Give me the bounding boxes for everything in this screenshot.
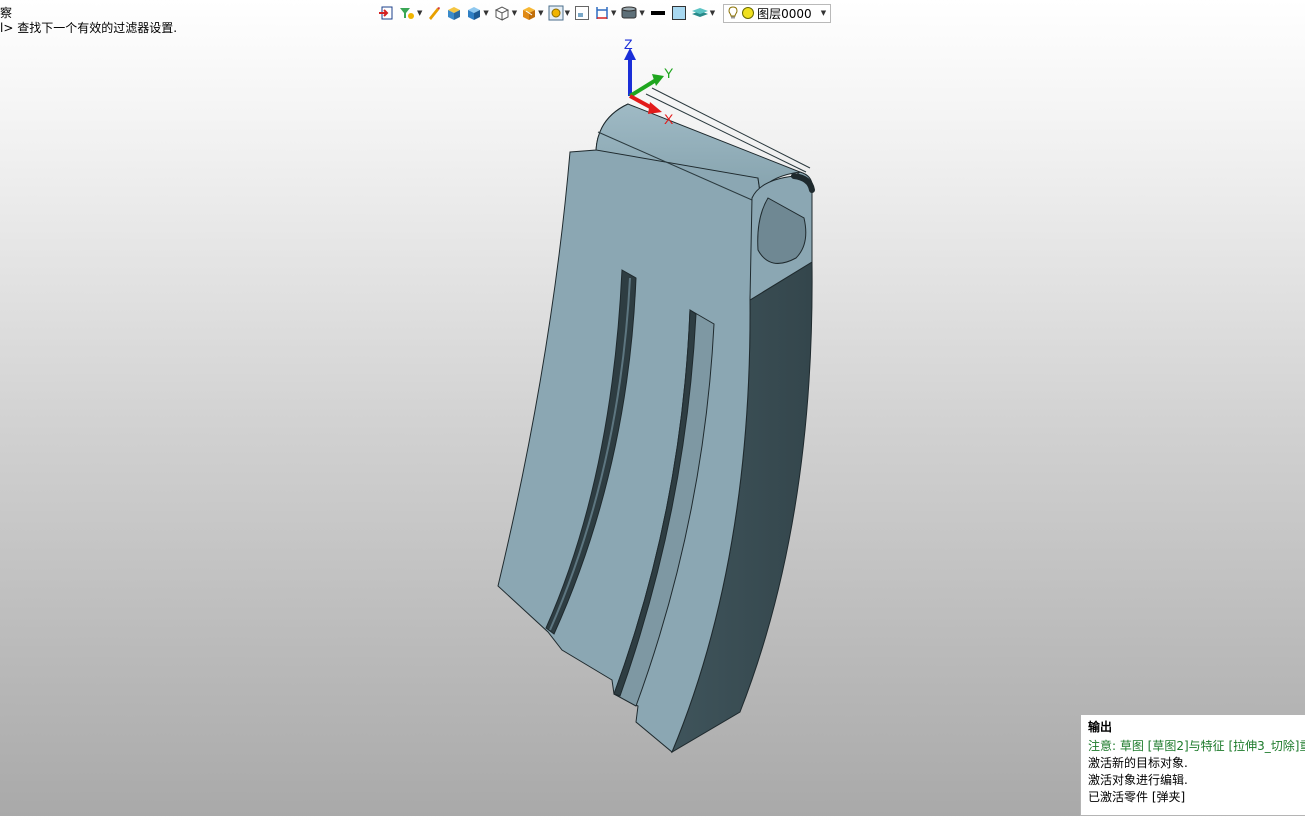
face-color-icon (671, 6, 686, 20)
display-mode-icon (621, 6, 637, 19)
cube-button[interactable]: ▼ (466, 3, 489, 23)
exit-sketch-icon (379, 6, 393, 20)
view-fit-icon (548, 5, 564, 21)
output-line: 注意: 草图 [草图2]与特征 [拉伸3_切除]重新 (1088, 739, 1305, 753)
dimension-icon (596, 7, 608, 19)
wireframe-cube-icon (494, 6, 509, 21)
face-color-button[interactable] (671, 3, 687, 23)
axis-label-y: Y (664, 65, 674, 81)
pencil-icon (429, 7, 441, 20)
shaded-box-icon (448, 7, 461, 20)
dimension-button[interactable]: ▼ (594, 3, 616, 23)
layer-dropdown-label: 图层0000 (757, 6, 812, 21)
frame-button[interactable] (574, 3, 590, 23)
output-panel-title: 输出 (1088, 720, 1113, 734)
output-line: 激活新的目标对象. (1088, 756, 1188, 770)
output-line: 已激活零件 [弹夹] (1088, 790, 1186, 804)
output-line: 激活对象进行编辑. (1088, 773, 1188, 787)
cube-icon (468, 7, 481, 20)
exit-sketch-button[interactable] (378, 3, 394, 23)
shaded-box-button[interactable] (446, 3, 462, 23)
section-cube-icon (523, 7, 536, 20)
3d-viewport[interactable]: Z Y X (0, 0, 1305, 816)
layer-manager-button[interactable]: ▼ (691, 3, 715, 23)
filter-icon (400, 8, 414, 19)
view-fit-button[interactable]: ▼ (548, 3, 570, 23)
display-mode-button[interactable]: ▼ (620, 3, 645, 23)
filter-button[interactable]: ▼ (398, 3, 422, 23)
line-color-icon (650, 11, 665, 15)
layer-dropdown[interactable]: 图层0000 ▼ (723, 3, 832, 23)
view-toolbar: ▼ ▼ ▼ ▼ ▼ ▼ ▼ ▼ 图层0000 ▼ (378, 2, 832, 24)
axis-label-x: X (664, 111, 674, 127)
command-hint-text: l> 查找下一个有效的过滤器设置. (0, 21, 178, 35)
layer-stack-icon (691, 8, 708, 17)
pencil-button[interactable] (426, 3, 442, 23)
line-color-button[interactable] (649, 3, 667, 23)
wireframe-button[interactable]: ▼ (493, 3, 517, 23)
chevron-down-icon: ▼ (820, 9, 827, 17)
axis-triad: Z Y X (624, 38, 674, 127)
frame-icon (574, 6, 589, 20)
output-panel: 输出 注意: 草图 [草图2]与特征 [拉伸3_切除]重新 激活新的目标对象. … (1080, 714, 1305, 816)
layer-circle-icon (742, 7, 755, 19)
bulb-icon (728, 6, 738, 19)
axis-label-z: Z (624, 38, 633, 52)
command-hint-title: 察 (0, 6, 13, 20)
section-button[interactable]: ▼ (521, 3, 544, 23)
